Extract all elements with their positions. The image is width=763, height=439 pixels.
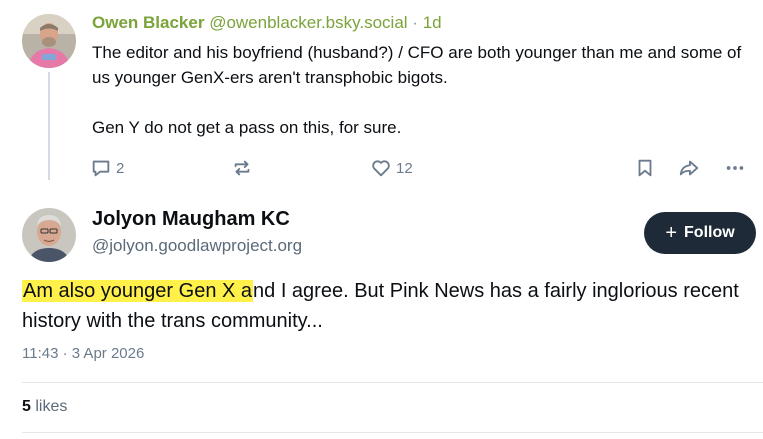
main-author-name[interactable]: Jolyon Maugham KC xyxy=(92,208,290,231)
likes-count: 5 xyxy=(22,398,31,415)
more-icon xyxy=(726,166,744,170)
repost-button[interactable] xyxy=(231,156,253,180)
parent-post-time[interactable]: 1d xyxy=(423,13,442,32)
post-timestamp[interactable]: 11:43 · 3 Apr 2026 xyxy=(22,345,144,362)
parent-post-text: The editor and his boyfriend (husband?) … xyxy=(92,40,752,140)
parent-author-name[interactable]: Owen Blacker xyxy=(92,13,204,32)
share-icon xyxy=(679,160,699,176)
likes-label: likes xyxy=(35,398,68,415)
likes-summary[interactable]: 5 likes xyxy=(22,398,67,416)
parent-post-paragraph: The editor and his boyfriend (husband?) … xyxy=(92,43,742,87)
follow-button[interactable]: + Follow xyxy=(644,212,756,254)
more-options-button[interactable] xyxy=(724,156,746,180)
parent-post-paragraph: Gen Y do not get a pass on this, for sur… xyxy=(92,118,402,137)
parent-post-actions: 2 12 xyxy=(90,156,756,180)
like-count: 12 xyxy=(396,159,413,177)
repost-icon xyxy=(234,160,250,176)
highlighted-text: Am also younger Gen X a xyxy=(22,280,254,302)
header-separator: · xyxy=(412,13,418,32)
like-button[interactable]: 12 xyxy=(370,156,413,180)
main-author-avatar[interactable] xyxy=(22,208,76,262)
bookmark-button[interactable] xyxy=(634,156,656,180)
divider xyxy=(22,382,763,383)
plus-icon: + xyxy=(665,222,678,244)
reply-button[interactable]: 2 xyxy=(90,156,124,180)
parent-post-header: Owen Blacker @owenblacker.bsky.social · … xyxy=(92,13,442,33)
parent-author-avatar[interactable] xyxy=(22,14,76,68)
thread-connector-line xyxy=(48,72,50,180)
follow-button-label: Follow xyxy=(684,224,735,241)
share-button[interactable] xyxy=(678,156,700,180)
main-post-text: Am also younger Gen X and I agree. But P… xyxy=(22,276,752,336)
main-author-handle[interactable]: @jolyon.goodlawproject.org xyxy=(92,236,302,256)
reply-count: 2 xyxy=(116,159,125,177)
divider xyxy=(22,432,763,433)
bookmark-icon xyxy=(638,159,652,177)
heart-icon xyxy=(372,160,390,177)
parent-author-handle[interactable]: @owenblacker.bsky.social xyxy=(209,13,407,32)
reply-icon xyxy=(92,160,110,177)
